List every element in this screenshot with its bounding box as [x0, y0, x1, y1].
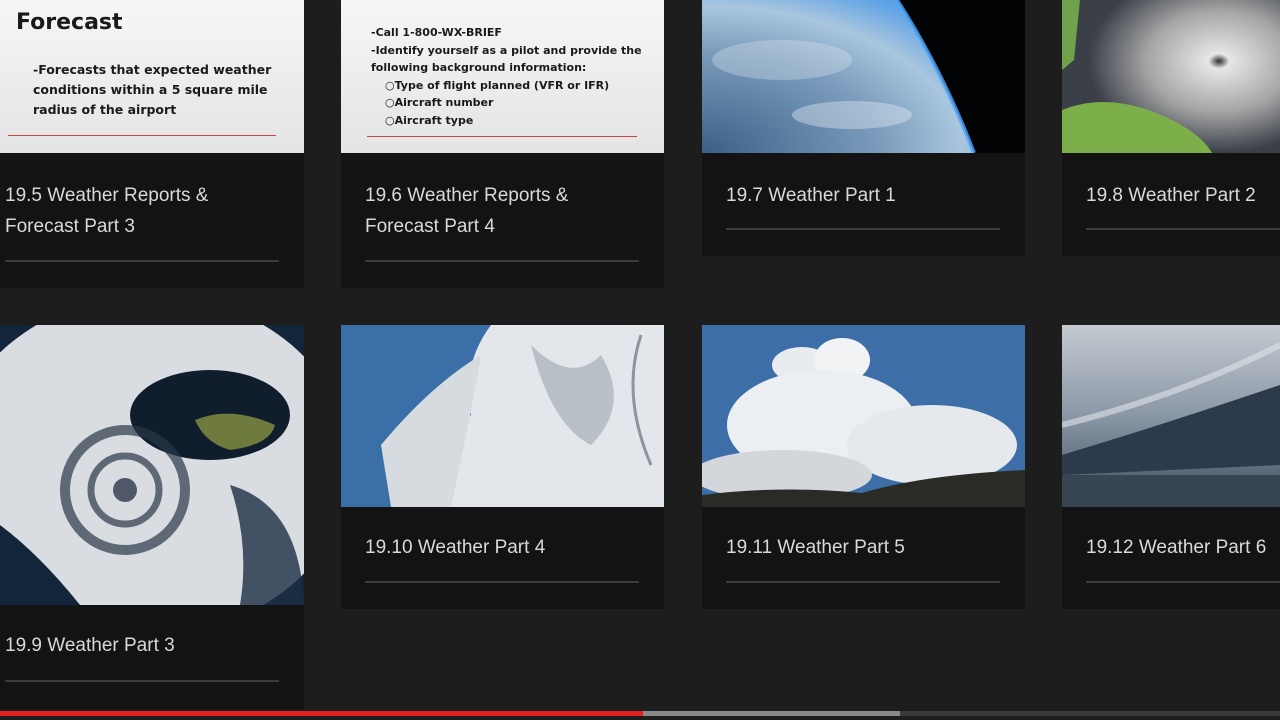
video-card-19-11[interactable]: 19.11 Weather Part 5 [702, 325, 1025, 609]
video-progress-bar[interactable] [0, 711, 1280, 716]
slide-line: -Call 1-800-WX-BRIEF [371, 26, 502, 39]
video-card-19-6[interactable]: -Call 1-800-WX-BRIEF -Identify yourself … [341, 0, 664, 288]
video-card-19-12[interactable]: 19.12 Weather Part 6 [1062, 325, 1280, 609]
thumbnail-cyclone-iceland[interactable] [0, 325, 304, 605]
video-title[interactable]: 19.9 Weather Part 3 [5, 630, 279, 661]
thumbnail-cumulus-clouds[interactable] [702, 325, 1025, 507]
frost-tree-image [341, 325, 664, 507]
thumbnail-shelf-cloud[interactable] [1062, 325, 1280, 507]
shelf-cloud-image [1062, 325, 1280, 507]
card-divider [365, 260, 639, 262]
video-title[interactable]: 19.6 Weather Reports & Forecast Part 4 [365, 180, 639, 242]
video-title[interactable]: 19.7 Weather Part 1 [726, 180, 1000, 211]
video-title[interactable]: 19.11 Weather Part 5 [726, 532, 1000, 563]
video-card-19-5[interactable]: Forecast -Forecasts that expected weathe… [0, 0, 304, 288]
hurricane-image [1062, 0, 1280, 153]
video-card-19-9[interactable]: 19.9 Weather Part 3 [0, 325, 304, 710]
thumbnail-slide-briefing[interactable]: -Call 1-800-WX-BRIEF -Identify yourself … [341, 0, 664, 153]
slide-divider [8, 135, 276, 136]
earth-image [702, 0, 1025, 153]
card-divider [726, 228, 1000, 230]
slide-line: ○Aircraft number [385, 96, 494, 109]
video-title[interactable]: 19.8 Weather Part 2 [1086, 180, 1280, 211]
video-title[interactable]: 19.12 Weather Part 6 [1086, 532, 1280, 563]
progress-played [0, 711, 643, 716]
thumbnail-slide-taf[interactable]: Forecast -Forecasts that expected weathe… [0, 0, 304, 153]
video-card-19-8[interactable]: 19.8 Weather Part 2 [1062, 0, 1280, 256]
card-divider [5, 260, 279, 262]
slide-line: following background information: [371, 61, 587, 74]
video-card-19-10[interactable]: 19.10 Weather Part 4 [341, 325, 664, 609]
thumbnail-hurricane[interactable] [1062, 0, 1280, 153]
cyclone-image [0, 325, 304, 605]
card-divider [726, 581, 1000, 583]
card-divider [1086, 228, 1280, 230]
thumbnail-frosted-tree[interactable] [341, 325, 664, 507]
cumulus-image [702, 325, 1025, 507]
slide-heading: Forecast [16, 10, 123, 35]
slide-line: -Forecasts that expected weather [33, 62, 272, 77]
slide-divider [367, 136, 637, 137]
slide-line: radius of the airport [33, 102, 177, 117]
video-card-19-7[interactable]: 19.7 Weather Part 1 [702, 0, 1025, 256]
card-divider [1086, 581, 1280, 583]
card-divider [5, 680, 279, 682]
slide-line: ○Type of flight planned (VFR or IFR) [385, 79, 610, 92]
video-title[interactable]: 19.10 Weather Part 4 [365, 532, 639, 563]
thumbnail-earth-from-space[interactable] [702, 0, 1025, 153]
card-divider [365, 581, 639, 583]
slide-line: conditions within a 5 square mile [33, 82, 268, 97]
video-title[interactable]: 19.5 Weather Reports & Forecast Part 3 [5, 180, 279, 242]
slide-line: ○Aircraft type [385, 114, 474, 127]
slide-line: -Identify yourself as a pilot and provid… [371, 44, 642, 57]
